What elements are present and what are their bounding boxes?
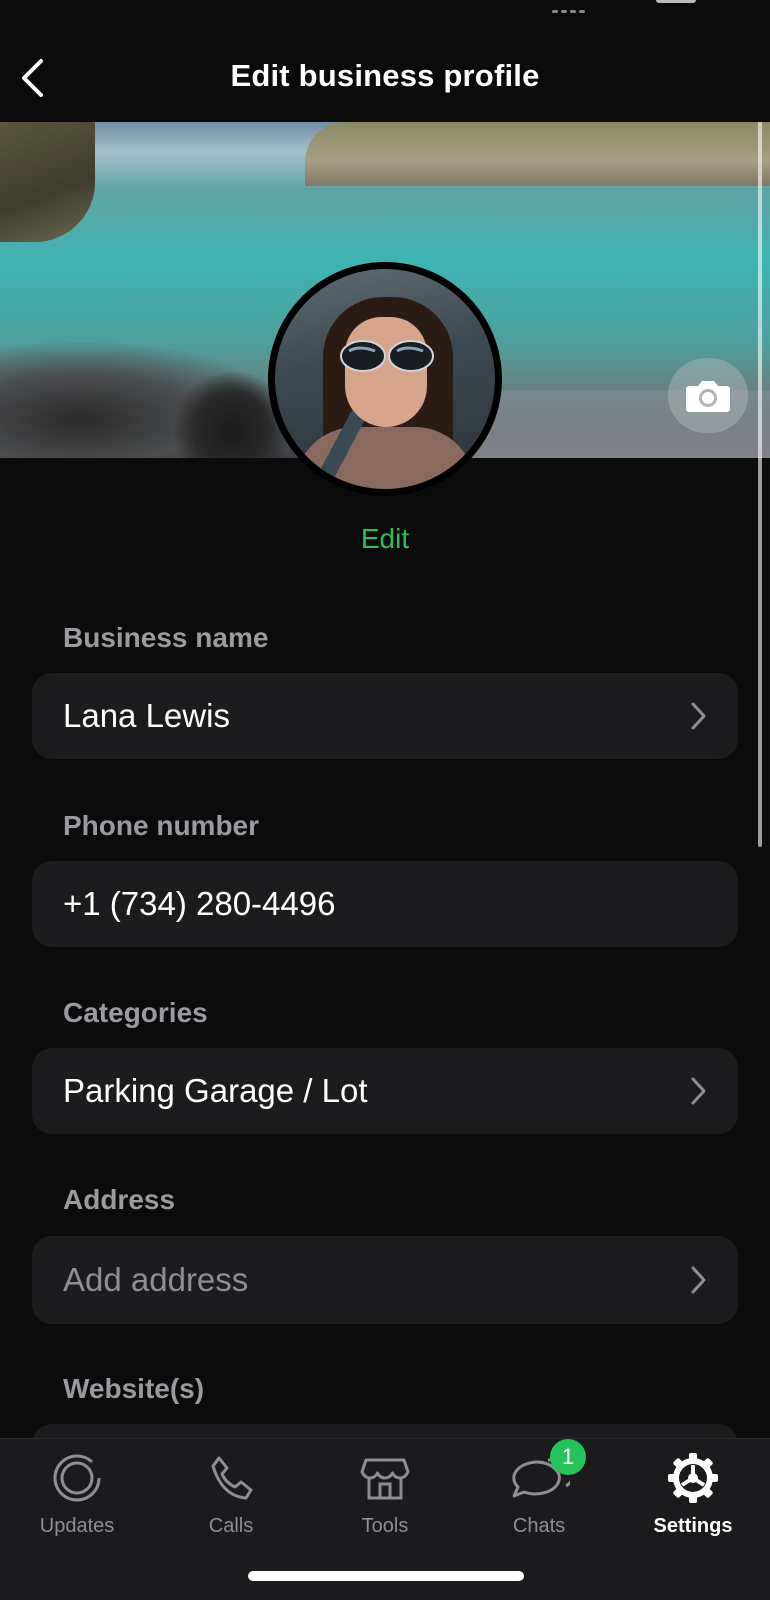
tab-updates-label: Updates xyxy=(39,1515,115,1537)
tab-bar: Updates Calls Tools 1 Chats Settings xyxy=(0,1438,770,1600)
address-placeholder: Add address xyxy=(63,1261,249,1298)
categories-value: Parking Garage / Lot xyxy=(63,1072,368,1109)
cover-cliff-right xyxy=(305,122,770,186)
camera-icon xyxy=(686,380,730,412)
tab-chats[interactable]: 1 Chats xyxy=(474,1439,604,1559)
phone-number-label: Phone number xyxy=(63,810,260,841)
profile-photo-image xyxy=(275,269,495,489)
profile-photo[interactable] xyxy=(268,262,502,496)
page-title: Edit business profile xyxy=(230,58,540,93)
tab-settings[interactable]: Settings xyxy=(628,1449,758,1559)
phone-number-value: +1 (734) 280-4496 xyxy=(63,885,336,922)
header: Edit business profile xyxy=(0,0,770,122)
chevron-right-icon xyxy=(691,702,706,730)
business-name-field[interactable]: Lana Lewis xyxy=(32,673,738,759)
tab-updates[interactable]: Updates xyxy=(12,1449,142,1559)
updates-icon xyxy=(46,1449,108,1507)
categories-field[interactable]: Parking Garage / Lot xyxy=(32,1048,738,1134)
gear-icon xyxy=(662,1449,724,1507)
address-label: Address xyxy=(63,1184,176,1215)
websites-label: Website(s) xyxy=(63,1373,205,1404)
address-field[interactable]: Add address xyxy=(32,1236,738,1324)
edit-photo-link[interactable]: Edit xyxy=(0,523,770,555)
tab-calls[interactable]: Calls xyxy=(166,1449,296,1559)
tab-calls-label: Calls xyxy=(208,1515,254,1537)
battery-icon xyxy=(656,0,696,3)
scrollbar[interactable] xyxy=(758,122,762,847)
home-indicator[interactable] xyxy=(248,1571,524,1581)
sunglasses-icon xyxy=(340,340,434,372)
tab-chats-label: Chats xyxy=(512,1515,566,1537)
chevron-right-icon xyxy=(691,1266,706,1294)
phone-number-field[interactable]: +1 (734) 280-4496 xyxy=(32,861,738,947)
status-signal-icon xyxy=(552,0,592,13)
store-icon xyxy=(354,1449,416,1507)
cover-cliff-left xyxy=(0,122,95,242)
categories-label: Categories xyxy=(63,997,208,1028)
change-cover-button[interactable] xyxy=(668,358,748,433)
unread-badge: 1 xyxy=(550,1439,586,1475)
tab-settings-label: Settings xyxy=(653,1515,733,1537)
phone-icon xyxy=(200,1449,262,1507)
business-name-value: Lana Lewis xyxy=(63,697,230,734)
business-name-label: Business name xyxy=(63,622,269,653)
tab-tools[interactable]: Tools xyxy=(320,1449,450,1559)
tab-tools-label: Tools xyxy=(361,1515,409,1537)
chat-bubbles-icon: 1 xyxy=(508,1439,586,1507)
chevron-right-icon xyxy=(691,1077,706,1105)
